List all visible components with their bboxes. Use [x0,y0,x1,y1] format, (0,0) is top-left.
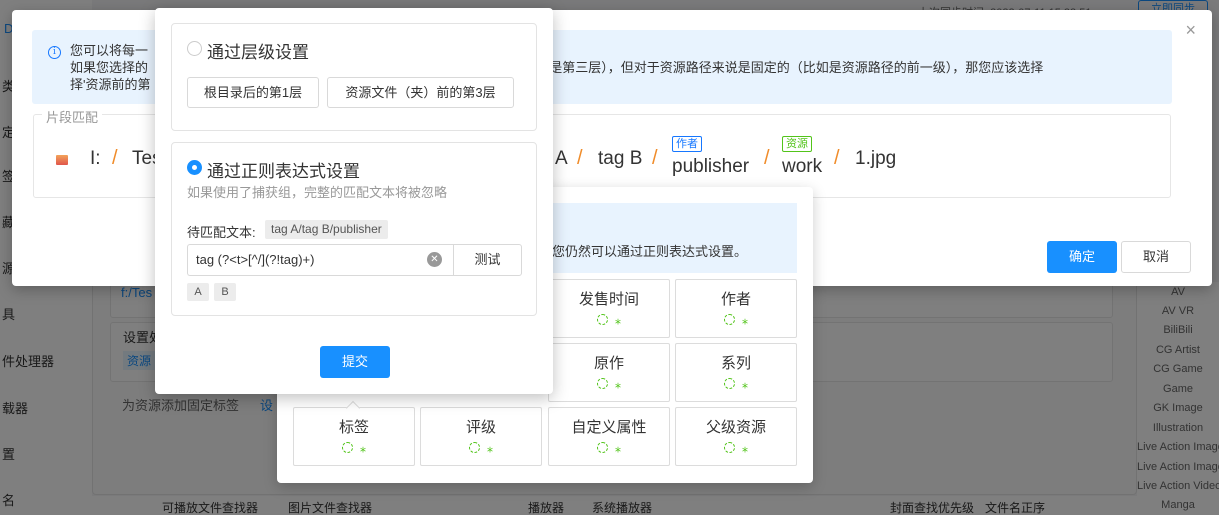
matching-settings-popover: 通过层级设置 根目录后的第1层 资源文件（夹）前的第3层 通过正则表达式设置 如… [155,8,553,394]
sparkle-icon[interactable]: ⁎ [615,314,621,326]
property-parent-resource[interactable]: 父级资源 ⁎ [675,407,797,466]
property-label: 系列 [720,355,751,372]
regex-option-title: 通过正则表达式设置 [207,162,360,181]
property-label: 标签 [338,419,369,436]
path-separator: / [652,147,658,169]
regex-option-card: 通过正则表达式设置 如果使用了捕获组，完整的匹配文本将被忽略 待匹配文本: ta… [171,142,537,316]
test-button[interactable]: 测试 [453,244,522,276]
path-segment-drive[interactable]: I: [90,148,101,170]
chip-work: 资源 [782,136,812,152]
info-line-end: 也可能是第三层），但对于资源路径来说是固定的（比如是资源路径的前一级），那您应该… [510,60,1044,75]
path-segment-work[interactable]: work [782,156,822,178]
path-separator: / [764,147,770,169]
submit-button[interactable]: 提交 [320,346,390,378]
close-icon[interactable]: × [1185,20,1196,41]
path-segment-file[interactable]: 1.jpg [855,148,896,170]
property-author[interactable]: 作者 ⁎ [675,279,797,338]
cancel-button[interactable]: 取消 [1121,241,1191,273]
property-tip-text: 您仍然可以通过正则表达式设置。 [552,244,748,259]
info-line-start: 如果您选择的 [70,60,149,75]
capture-group-chip: A [187,283,209,301]
property-label: 自定义属性 [571,419,647,436]
match-text-value: tag A/tag B/publisher [265,220,388,239]
sparkle-icon[interactable]: ⁎ [742,442,748,454]
property-label: 原作 [593,355,624,372]
fragment-legend: 片段匹配 [42,107,103,126]
path-segment-tag-b[interactable]: tag B [598,148,642,170]
chip-publisher: 作者 [672,136,702,152]
property-release-date[interactable]: 发售时间 ⁎ [548,279,670,338]
property-label: 父级资源 [705,419,766,436]
property-original[interactable]: 原作 ⁎ [548,343,670,402]
path-separator: / [834,147,840,169]
property-label: 作者 [720,291,751,308]
property-custom[interactable]: 自定义属性 ⁎ [548,407,670,466]
property-rating[interactable]: 评级 ⁎ [420,407,542,466]
path-separator: / [577,147,583,169]
regex-option-radio[interactable] [187,160,202,175]
info-icon: i [48,46,61,59]
sparkle-icon[interactable]: ⁎ [360,442,366,454]
path-separator: / [112,147,118,169]
capture-group-chip: B [214,283,236,301]
sparkle-icon[interactable]: ⁎ [487,442,493,454]
target-icon[interactable] [724,378,735,390]
path-segment-publisher[interactable]: publisher [672,156,749,178]
image-file-icon [56,155,68,165]
confirm-button[interactable]: 确定 [1047,241,1117,273]
target-icon[interactable] [724,314,735,326]
level-root-button[interactable]: 根目录后的第1层 [187,77,319,108]
level-resource-button[interactable]: 资源文件（夹）前的第3层 [327,77,514,108]
target-icon[interactable] [342,442,353,454]
target-icon[interactable] [469,442,480,454]
regex-input[interactable]: tag (?<t>[^/](?!tag)+) [187,244,453,276]
match-text-label: 待匹配文本: [187,225,256,240]
property-label: 发售时间 [578,291,639,308]
sparkle-icon[interactable]: ⁎ [615,442,621,454]
clear-icon[interactable]: ✕ [427,252,442,267]
target-icon[interactable] [597,378,608,390]
target-icon[interactable] [597,442,608,454]
property-tags[interactable]: 标签 ⁎ [293,407,415,466]
property-label: 评级 [465,419,496,436]
level-option-radio[interactable] [187,41,202,56]
sparkle-icon[interactable]: ⁎ [742,314,748,326]
property-series[interactable]: 系列 ⁎ [675,343,797,402]
target-icon[interactable] [597,314,608,326]
level-option-card: 通过层级设置 根目录后的第1层 资源文件（夹）前的第3层 [171,23,537,131]
path-segment-tag-a[interactable]: A [555,148,568,170]
sparkle-icon[interactable]: ⁎ [615,378,621,390]
level-option-title: 通过层级设置 [207,43,309,62]
regex-hint: 如果使用了捕获组，完整的匹配文本将被忽略 [187,185,448,200]
sparkle-icon[interactable]: ⁎ [742,378,748,390]
target-icon[interactable] [724,442,735,454]
